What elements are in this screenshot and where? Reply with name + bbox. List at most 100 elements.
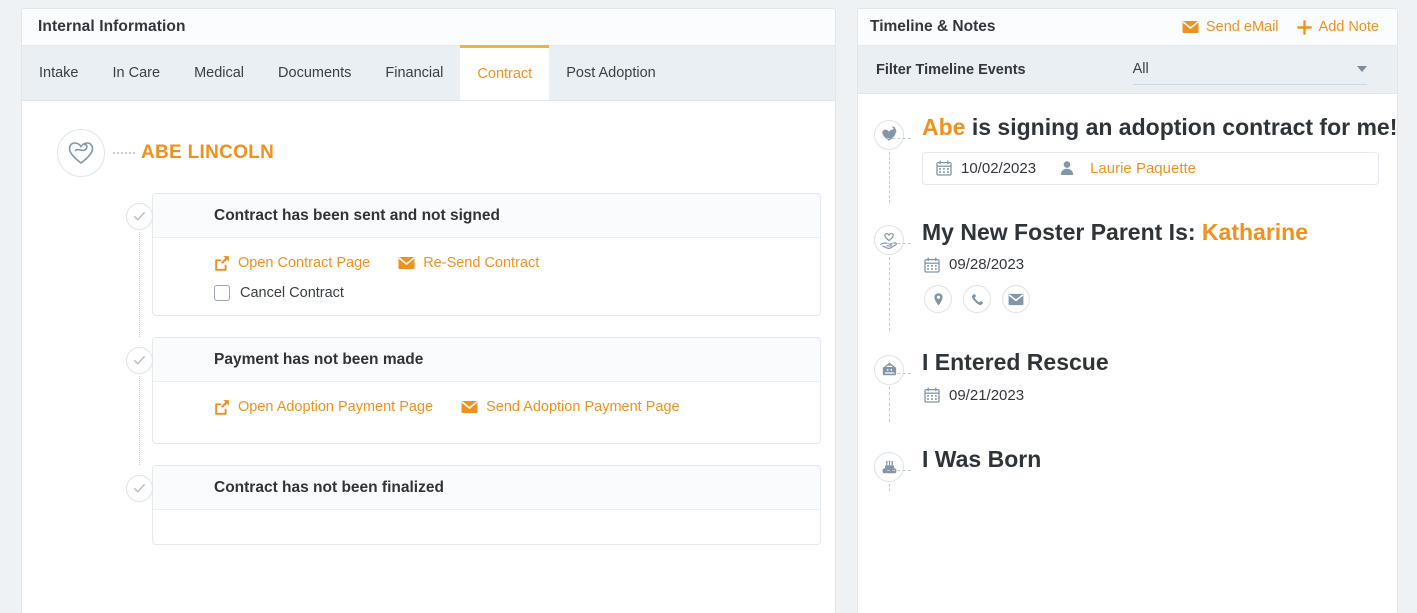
timeline-event-date: 09/28/2023 <box>949 256 1025 274</box>
send-email-label: Send eMail <box>1205 19 1279 35</box>
timeline-header: Timeline & Notes Send eMail Add Note <box>858 9 1397 46</box>
calendar-icon <box>924 257 940 273</box>
timeline-event-title-prefix: My New Foster Parent Is: <box>922 218 1202 245</box>
timeline-event-meta: 09/21/2023 <box>924 387 1379 404</box>
timeline-notes-panel: Timeline & Notes Send eMail Add Note Fil… <box>857 8 1398 613</box>
envelope-icon[interactable] <box>1002 285 1030 314</box>
status-card-header: Contract has not been finalized <box>153 466 820 510</box>
add-note-label: Add Note <box>1318 19 1379 35</box>
tab-documents[interactable]: Documents <box>261 46 368 100</box>
calendar-icon <box>924 387 940 403</box>
tab-post-adoption[interactable]: Post Adoption <box>549 46 673 100</box>
timeline-event-title: I Was Born <box>922 446 1379 474</box>
timeline-event-date: 09/21/2023 <box>949 386 1025 404</box>
timeline-event-title: Abe is signing an adoption contract for … <box>922 114 1397 142</box>
open-contract-page-label: Open Contract Page <box>238 255 371 271</box>
calendar-icon <box>936 160 952 176</box>
send-adoption-payment-page-label: Send Adoption Payment Page <box>486 399 680 415</box>
open-adoption-payment-page-link[interactable]: Open Adoption Payment Page <box>214 399 433 415</box>
plus-icon <box>1296 19 1312 35</box>
timeline-event: My New Foster Parent Is: Katharine 09/28… <box>872 218 1379 332</box>
card-connector-line <box>139 376 140 465</box>
status-card-body <box>153 510 820 544</box>
timeline-event-title-highlight[interactable]: Katharine <box>1202 219 1308 245</box>
check-circle-icon <box>126 475 153 502</box>
timeline-event-title-rest: is signing an adoption contract for me! <box>965 114 1398 140</box>
filter-label: Filter Timeline Events <box>876 61 1026 78</box>
timeline-event-title-prefix: I Entered Rescue <box>922 349 1109 376</box>
send-adoption-payment-page-link[interactable]: Send Adoption Payment Page <box>461 399 680 415</box>
status-card-title: Contract has not been finalized <box>214 478 444 496</box>
status-card-title: Contract has been sent and not signed <box>214 206 500 224</box>
timeline-contact-actions <box>924 285 1379 314</box>
tab-medical[interactable]: Medical <box>177 46 261 100</box>
timeline-connector <box>887 469 911 471</box>
open-contract-page-link[interactable]: Open Contract Page <box>214 255 370 271</box>
tab-intake[interactable]: Intake <box>22 46 96 100</box>
status-card-header: Payment has not been made <box>153 338 820 382</box>
location-pin-icon[interactable] <box>924 285 952 314</box>
cancel-contract-checkbox[interactable] <box>214 285 230 301</box>
filter-bar: Filter Timeline Events All <box>858 46 1397 94</box>
timeline-list: Abe is signing an adoption contract for … <box>858 94 1397 492</box>
page-title: Internal Information <box>38 18 186 35</box>
birthday-cake-icon <box>874 451 904 482</box>
card-connector-line <box>139 232 140 337</box>
pet-name: ABE LINCOLN <box>141 142 275 163</box>
app-root: Internal Information Intake In Care Medi… <box>0 0 1417 613</box>
status-card-payment: Payment has not been made Open Adoption … <box>126 337 821 465</box>
external-link-icon <box>214 399 230 415</box>
cancel-contract-row: Cancel Contract <box>214 285 820 301</box>
timeline-event-person[interactable]: Laurie Paquette <box>1090 160 1196 177</box>
filter-timeline-events-select[interactable]: All <box>1132 55 1367 85</box>
tab-in-care[interactable]: In Care <box>96 46 178 100</box>
check-circle-icon <box>126 203 153 230</box>
shelter-icon <box>874 355 904 386</box>
action-link-row: Open Contract Page Re-Send Contract <box>214 255 820 271</box>
pet-name-connector <box>113 152 135 154</box>
cancel-contract-label: Cancel Contract <box>240 285 344 301</box>
envelope-icon <box>461 400 478 414</box>
status-card-title: Payment has not been made <box>214 350 424 368</box>
phone-icon[interactable] <box>963 285 991 314</box>
timeline-event-title-prefix: I Was Born <box>922 445 1042 472</box>
heart-adoption-icon <box>874 120 904 150</box>
status-card-finalized: Contract has not been finalized <box>126 465 821 545</box>
timeline-vertical-line <box>889 387 890 422</box>
resend-contract-link[interactable]: Re-Send Contract <box>398 255 539 271</box>
chevron-down-icon <box>1357 66 1367 72</box>
external-link-icon <box>214 255 230 271</box>
status-card-body: Open Contract Page Re-Send Contract Canc… <box>153 238 820 315</box>
timeline-event-date: 10/02/2023 <box>961 159 1037 177</box>
heart-infinity-icon <box>57 129 105 177</box>
action-link-row: Open Adoption Payment Page Send Adoption <box>214 399 820 415</box>
resend-contract-label: Re-Send Contract <box>423 255 540 271</box>
pet-header: ABE LINCOLN <box>22 129 835 177</box>
contract-tab-content: ABE LINCOLN Contract has been sent and n… <box>22 101 835 545</box>
timeline-vertical-line <box>889 152 890 203</box>
timeline-title: Timeline & Notes <box>870 18 996 35</box>
send-email-button[interactable]: Send eMail <box>1182 19 1279 35</box>
timeline-vertical-line <box>889 483 890 492</box>
check-circle-icon <box>126 347 153 374</box>
timeline-connector <box>887 138 911 139</box>
tab-contract[interactable]: Contract <box>460 45 550 100</box>
timeline-event-meta: 09/28/2023 <box>924 256 1379 273</box>
open-adoption-payment-page-label: Open Adoption Payment Page <box>238 399 434 415</box>
tab-financial[interactable]: Financial <box>368 46 460 100</box>
contract-status-cards: Contract has been sent and not signed Op… <box>22 193 835 545</box>
timeline-event: Abe is signing an adoption contract for … <box>872 114 1397 203</box>
timeline-event: I Entered Rescue 09/21/2023 <box>872 349 1379 422</box>
add-note-button[interactable]: Add Note <box>1296 19 1379 35</box>
envelope-icon <box>398 256 415 270</box>
status-card-header: Contract has been sent and not signed <box>153 194 820 238</box>
envelope-icon <box>1182 20 1199 34</box>
status-card-body: Open Adoption Payment Page Send Adoption <box>153 382 820 443</box>
tab-bar: Intake In Care Medical Documents Financi… <box>22 45 835 101</box>
timeline-event-title-highlight: Abe <box>922 114 966 140</box>
timeline-connector <box>887 373 911 375</box>
internal-information-panel: Internal Information Intake In Care Medi… <box>21 8 836 613</box>
hand-heart-icon <box>874 224 904 255</box>
person-icon <box>1059 160 1075 176</box>
timeline-event-title: I Entered Rescue <box>922 349 1379 377</box>
